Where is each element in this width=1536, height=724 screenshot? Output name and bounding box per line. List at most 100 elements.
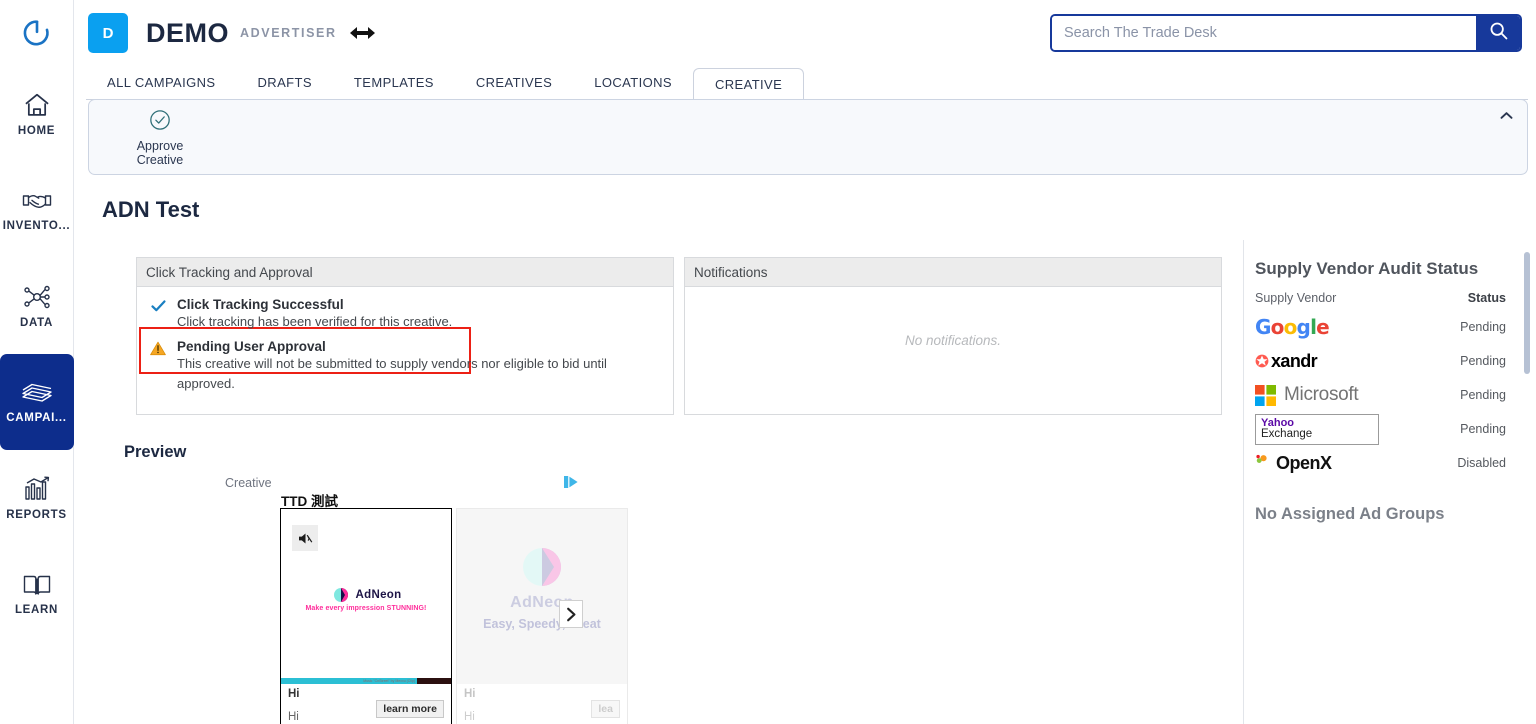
check-icon	[149, 299, 167, 317]
tab-all-campaigns[interactable]: ALL CAMPAIGNS	[86, 67, 237, 99]
sidebar-item-label: CAMPAI...	[6, 411, 67, 424]
ad-brand-lockup: AdNeon Make every impression STUNNING!	[281, 587, 451, 612]
sidebar-item-label: HOME	[17, 124, 56, 137]
tab-creatives[interactable]: CREATIVES	[455, 67, 573, 99]
ad-footer-line1: Hi	[288, 688, 300, 700]
yahoo-logo-line2: Exchange	[1261, 428, 1313, 440]
ad-preview-title: TTD 測試	[281, 494, 338, 509]
tab-templates[interactable]: TEMPLATES	[333, 67, 455, 99]
advertiser-subtitle: ADVERTISER	[240, 26, 337, 40]
ad-brand-name: AdNeon	[355, 589, 402, 601]
status-row-click-tracking: Click Tracking Successful Click tracking…	[137, 295, 673, 332]
notifications-panel: Notifications No notifications.	[684, 257, 1222, 415]
approve-creative-button[interactable]: Approve Creative	[105, 109, 215, 167]
sidebar-item-home[interactable]: HOME	[0, 66, 74, 162]
supply-vendor-panel: Supply Vendor Audit Status Supply Vendor…	[1243, 240, 1536, 724]
creative-card-footer: Hi Hi learn more	[281, 684, 451, 724]
vendor-status: Disabled	[1457, 456, 1506, 470]
check-circle-icon	[149, 109, 171, 136]
advertiser-name: DEMO	[146, 17, 229, 48]
vendor-table-header: Supply Vendor Status	[1255, 291, 1506, 305]
double-arrow-icon[interactable]	[348, 23, 376, 43]
mute-speaker-icon[interactable]	[292, 525, 318, 551]
ttd-logo[interactable]	[0, 0, 73, 66]
creative-card-footer: Hi Hi lea	[457, 684, 627, 724]
notifications-panel-header: Notifications	[685, 258, 1221, 287]
yahoo-exchange-logo: Yahoo Exchange	[1255, 413, 1379, 445]
vendor-row-google: Google Pending	[1255, 310, 1506, 344]
learn-more-button[interactable]: learn more	[376, 700, 444, 718]
vendor-row-microsoft: Microsoft Pending	[1255, 378, 1506, 412]
status-desc: Click tracking has been verified for thi…	[177, 314, 453, 329]
left-nav-rail: HOME INVENTO... DATA CAMPAI... REPORTS L…	[0, 0, 74, 724]
sidebar-item-data[interactable]: DATA	[0, 258, 74, 354]
creative-stage: AdNeon Make every impression STUNNING! M…	[281, 509, 451, 684]
adneon-mark-icon	[523, 548, 561, 586]
sidebar-item-label: INVENTO...	[2, 219, 71, 232]
page-title: ADN Test	[102, 197, 200, 222]
vendor-status: Pending	[1460, 388, 1506, 402]
chevron-up-icon[interactable]	[1495, 104, 1517, 126]
ad-music-credit: Music "CnStreet" by Mexxu (Clip)	[363, 679, 415, 683]
ad-tagline: Make every impression STUNNING!	[305, 605, 427, 612]
campaign-tabs: ALL CAMPAIGNS DRAFTS TEMPLATES CREATIVES…	[86, 66, 1528, 100]
ad-brand-lockup: AdNeon Easy, Speedy, Creat	[457, 545, 627, 631]
tab-locations[interactable]: LOCATIONS	[573, 67, 693, 99]
warning-triangle-icon	[149, 341, 167, 361]
no-assigned-ad-groups: No Assigned Ad Groups	[1255, 505, 1445, 523]
vendor-status: Pending	[1460, 320, 1506, 334]
right-panel-scrollbar[interactable]	[1524, 252, 1530, 374]
chevron-right-icon[interactable]	[559, 600, 583, 628]
status-desc: This creative will not be submitted to s…	[177, 356, 607, 391]
sidebar-item-label: LEARN	[14, 603, 59, 616]
click-tracking-panel: Click Tracking and Approval Click Tracki…	[136, 257, 674, 415]
advertiser-badge: D	[88, 13, 128, 53]
tab-drafts[interactable]: DRAFTS	[237, 67, 333, 99]
openx-logo: OpenX	[1255, 453, 1332, 474]
top-header: D DEMO ADVERTISER	[74, 0, 1536, 66]
learn-more-button[interactable]: lea	[591, 700, 620, 718]
approve-label-line2: Creative	[136, 152, 184, 167]
vendor-column-label: Supply Vendor	[1255, 291, 1337, 305]
click-tracking-panel-body: Click Tracking Successful Click tracking…	[137, 295, 673, 394]
action-toolbar: Approve Creative	[88, 99, 1528, 175]
adneon-mark-icon	[333, 588, 348, 602]
click-tracking-panel-header: Click Tracking and Approval	[137, 258, 673, 287]
search-button[interactable]	[1476, 16, 1520, 50]
approve-label-line1: Approve	[136, 139, 184, 153]
vendor-row-openx: OpenX Disabled	[1255, 446, 1506, 480]
creative-label: Creative	[225, 476, 272, 490]
sidebar-item-learn[interactable]: LEARN	[0, 546, 74, 642]
handshake-icon	[22, 189, 52, 213]
status-row-pending-approval: Pending User Approval This creative will…	[137, 337, 673, 394]
sidebar-item-campaigns[interactable]: CAMPAI...	[0, 354, 74, 450]
ad-footer-line1: Hi	[464, 688, 476, 700]
google-logo: Google	[1255, 315, 1330, 339]
open-book-icon	[22, 573, 52, 597]
campaign-stack-icon	[21, 381, 53, 405]
sidebar-item-inventory[interactable]: INVENTO...	[0, 162, 74, 258]
bar-chart-icon	[23, 476, 51, 502]
tab-creative[interactable]: CREATIVE	[692, 68, 805, 100]
microsoft-logo: Microsoft	[1255, 384, 1359, 406]
data-nodes-icon	[23, 284, 51, 310]
status-column-label: Status	[1467, 291, 1506, 305]
xandr-logo: xandr	[1255, 351, 1318, 372]
creative-preview-card[interactable]: AdNeon Easy, Speedy, Creat Hi Hi lea	[456, 508, 628, 724]
search-icon	[1489, 21, 1508, 45]
vendor-row-xandr: xandr Pending	[1255, 344, 1506, 378]
sidebar-item-label: DATA	[19, 316, 54, 329]
search-input[interactable]	[1052, 16, 1476, 50]
global-search[interactable]	[1050, 14, 1522, 52]
vendor-status: Pending	[1460, 422, 1506, 436]
home-icon	[23, 92, 51, 118]
creative-stage: AdNeon Easy, Speedy, Creat	[457, 509, 627, 684]
sidebar-item-label: REPORTS	[6, 508, 67, 521]
ad-tagline: Easy, Speedy, Creat	[483, 617, 601, 631]
vendor-status: Pending	[1460, 354, 1506, 368]
notifications-empty-text: No notifications.	[904, 333, 1002, 348]
creative-preview-card[interactable]: AdNeon Make every impression STUNNING! M…	[280, 508, 452, 724]
adchoices-icon[interactable]	[563, 474, 579, 490]
sidebar-item-reports[interactable]: REPORTS	[0, 450, 74, 546]
supply-vendor-title: Supply Vendor Audit Status	[1255, 259, 1479, 278]
